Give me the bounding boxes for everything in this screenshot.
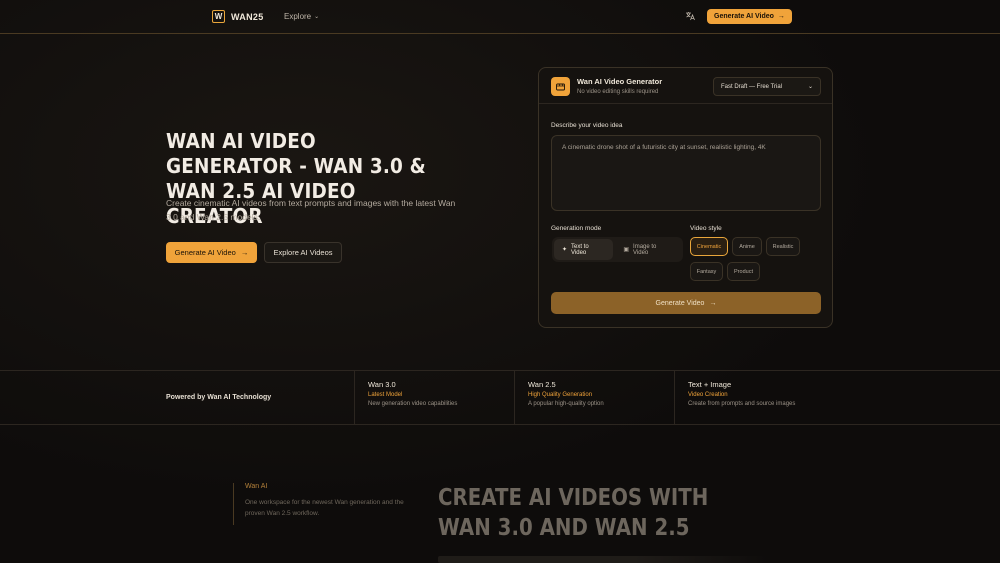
mode-image-to-video[interactable]: ▣ Image to Video (615, 239, 681, 260)
explore-menu[interactable]: Explore ⌄ (284, 12, 319, 21)
sparkle-icon: ✦ (562, 247, 568, 253)
chevron-down-icon: ⌄ (807, 84, 813, 90)
section-aside-desc: One workspace for the newest Wan generat… (245, 499, 404, 517)
hero-subtitle: Create cinematic AI videos from text pro… (166, 198, 456, 222)
style-realistic[interactable]: Realistic (766, 237, 800, 256)
mode-text-to-video[interactable]: ✦ Text to Video (554, 239, 614, 260)
nav-generate-label: Generate AI Video (714, 13, 774, 20)
style-product[interactable]: Product (727, 262, 760, 281)
section-text-fade (438, 556, 768, 563)
generator-header: Wan AI Video Generator No video editing … (539, 68, 832, 104)
section-aside-title: Wan AI (245, 483, 268, 490)
stat-name: Text + Image (688, 380, 732, 389)
video-icon-svg (556, 83, 565, 90)
nav-generate-button[interactable]: Generate AI Video → (707, 9, 792, 24)
logo[interactable]: W WAN25 (212, 10, 264, 23)
hero-generate-label: Generate AI Video (174, 248, 236, 257)
page: W WAN25 Explore ⌄ Generate AI Video → WA… (0, 0, 1000, 563)
mode-label: Generation mode (551, 225, 602, 232)
mode-image-to-video-label: Image to Video (633, 243, 657, 256)
generator-card: Wan AI Video Generator No video editing … (538, 67, 833, 328)
top-nav: W WAN25 Explore ⌄ Generate AI Video → (0, 0, 1000, 34)
stat-wan30: Wan 3.0 Latest Model New generation vide… (354, 371, 514, 425)
arrow-right-icon: → (777, 13, 785, 20)
style-cinematic[interactable]: Cinematic (690, 237, 728, 256)
prompt-input[interactable]: A cinematic drone shot of a futuristic c… (551, 135, 821, 211)
stat-desc: New generation video capabilities (368, 401, 458, 407)
image-icon: ▣ (623, 247, 630, 253)
brand-name: WAN25 (231, 11, 264, 22)
stat-name: Wan 3.0 (368, 380, 396, 389)
section-aside: Wan AI One workspace for the newest Wan … (233, 483, 423, 525)
style-label: Video style (690, 225, 722, 232)
stat-wan25: Wan 2.5 High Quality Generation A popula… (514, 371, 674, 425)
stat-desc: Create from prompts and source images (688, 401, 796, 407)
hero-generate-button[interactable]: Generate AI Video → (166, 242, 257, 263)
generate-video-label: Generate Video (655, 299, 705, 307)
model-select[interactable]: Fast Draft — Free Trial ⌄ (713, 77, 821, 96)
explore-videos-button[interactable]: Explore AI Videos (264, 242, 342, 263)
stat-text-image: Text + Image Video Creation Create from … (674, 371, 834, 425)
chevron-down-icon: ⌄ (314, 14, 320, 20)
video-icon (551, 77, 570, 96)
powered-by-label: Powered by Wan AI Technology (166, 394, 272, 401)
stat-name: Wan 2.5 (528, 380, 556, 389)
arrow-right-icon: → (709, 299, 717, 307)
stat-tag: High Quality Generation (528, 392, 593, 398)
logo-mark: W (212, 10, 225, 23)
language-icon-svg (686, 12, 695, 21)
stat-desc: A popular high-quality option (528, 401, 604, 407)
stat-tag: Latest Model (368, 392, 403, 398)
style-fantasy[interactable]: Fantasy (690, 262, 723, 281)
mode-text-to-video-label: Text to Video (571, 243, 589, 256)
section-title: CREATE AI VIDEOS WITH WAN 3.0 AND WAN 2.… (438, 485, 709, 541)
language-icon[interactable] (685, 11, 695, 21)
generator-subtitle: No video editing skills required (577, 89, 659, 95)
explore-label: Explore (284, 12, 312, 21)
generate-video-button[interactable]: Generate Video → (551, 292, 821, 314)
style-anime[interactable]: Anime (732, 237, 762, 256)
model-select-value: Fast Draft — Free Trial (721, 83, 783, 90)
mode-toggle: ✦ Text to Video ▣ Image to Video (552, 237, 683, 262)
arrow-right-icon: → (240, 248, 249, 257)
generator-title: Wan AI Video Generator (577, 77, 663, 86)
stats-band: Powered by Wan AI Technology Wan 3.0 Lat… (0, 370, 1000, 425)
stat-tag: Video Creation (688, 392, 728, 398)
prompt-label: Describe your video idea (551, 122, 623, 129)
